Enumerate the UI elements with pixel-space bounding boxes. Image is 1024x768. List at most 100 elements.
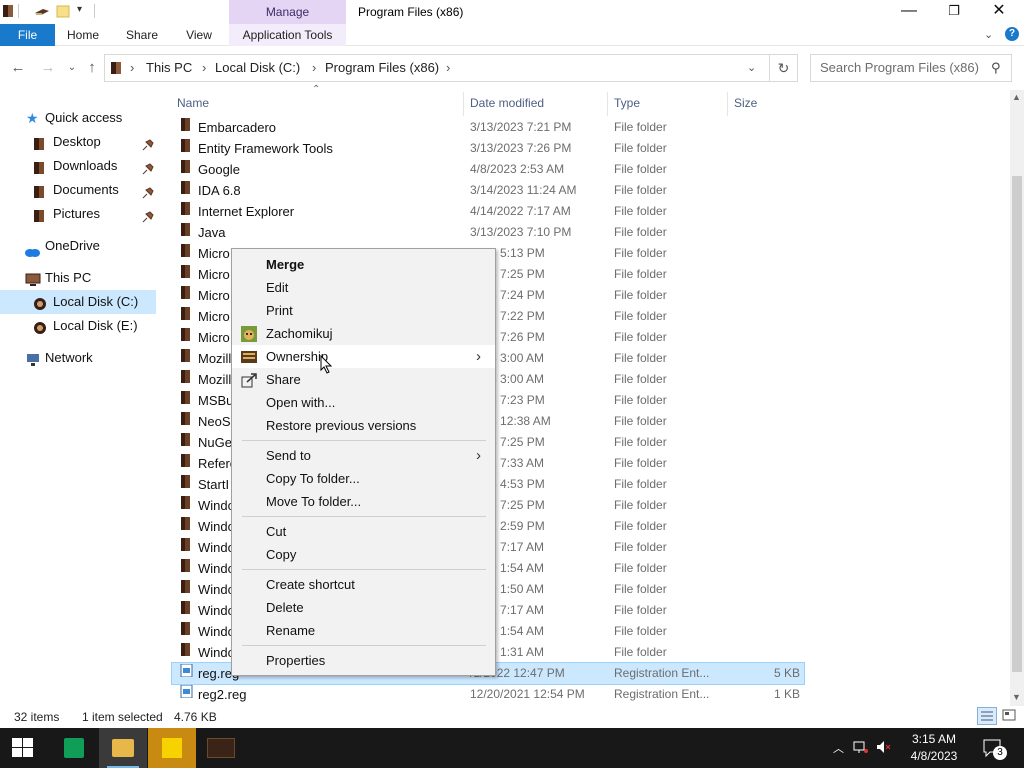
file-size: 5 KB	[773, 666, 800, 680]
file-row[interactable]: IDA 6.8 3/14/2023 11:24 AM File folder	[172, 180, 804, 201]
column-name[interactable]: Name	[177, 94, 209, 112]
menu-item-rename[interactable]: Rename	[232, 619, 495, 642]
scroll-down-icon[interactable]: ▼	[1012, 692, 1021, 702]
file-type: File folder	[614, 519, 667, 533]
folder-icon	[180, 264, 193, 278]
menu-item-share[interactable]: Share	[232, 368, 495, 391]
file-row[interactable]: Java 3/13/2023 7:10 PM File folder	[172, 222, 804, 243]
column-type[interactable]: Type	[614, 94, 640, 112]
menu-item-properties[interactable]: Properties	[232, 649, 495, 672]
column-size[interactable]: Size	[734, 94, 757, 112]
nav-label: Local Disk (C:)	[53, 294, 139, 309]
menu-item-delete[interactable]: Delete	[232, 596, 495, 619]
chevron-right-icon[interactable]: ›	[130, 55, 134, 81]
folder-icon	[180, 411, 193, 425]
menu-item-label: Send to	[266, 448, 311, 463]
action-center-icon[interactable]: 3	[982, 738, 1007, 760]
nav-item-pictures[interactable]: Pictures	[0, 202, 156, 226]
show-hidden-icons-icon[interactable]: ︿	[833, 740, 844, 756]
menu-item-copy[interactable]: Copy	[232, 543, 495, 566]
nav-item-local-disk-c[interactable]: Local Disk (C:)	[0, 290, 156, 314]
manage-context-tab[interactable]: Manage	[229, 0, 346, 24]
menu-item-copy-to-folder[interactable]: Copy To folder...	[232, 467, 495, 490]
expand-ribbon-icon[interactable]: ⌄	[984, 28, 993, 41]
menu-item-send-to[interactable]: Send to ›	[232, 444, 495, 467]
folder-icon	[33, 207, 47, 231]
file-row[interactable]: Entity Framework Tools 3/13/2023 7:26 PM F…	[172, 138, 804, 159]
tab-view[interactable]: View	[176, 24, 222, 46]
properties-icon[interactable]	[34, 4, 49, 18]
refresh-button[interactable]: ↻	[770, 54, 798, 82]
file-row[interactable]: Google 4/8/2023 2:53 AM File folder	[172, 159, 804, 180]
file-row[interactable]: reg2.reg 12/20/2021 12:54 PM Registration …	[172, 684, 804, 705]
chevron-right-icon[interactable]: ›	[202, 55, 206, 81]
breadcrumb-local-disk-c[interactable]: Local Disk (C:)	[215, 55, 300, 81]
address-history-icon[interactable]: ⌄	[747, 55, 756, 81]
clock-time[interactable]: 3:15 AM	[906, 732, 962, 746]
breadcrumb-this-pc[interactable]: This PC	[146, 55, 192, 81]
nav-item-desktop[interactable]: Desktop	[0, 130, 156, 154]
tab-application-tools[interactable]: Application Tools	[229, 24, 346, 46]
menu-item-merge[interactable]: Merge	[232, 253, 495, 276]
menu-item-restore-previous-versions[interactable]: Restore previous versions	[232, 414, 495, 437]
menu-item-cut[interactable]: Cut	[232, 520, 495, 543]
clock-date[interactable]: 4/8/2023	[906, 749, 962, 763]
up-button[interactable]: ↑	[82, 58, 102, 78]
column-divider[interactable]	[607, 92, 608, 116]
forward-button[interactable]: →	[38, 58, 58, 78]
file-row[interactable]: Embarcadero 3/13/2023 7:21 PM File folder	[172, 117, 804, 138]
close-button[interactable]: ✕	[976, 0, 1022, 24]
breadcrumb-program-files-x86[interactable]: Program Files (x86)	[325, 55, 439, 81]
taskbar-app-file-explorer[interactable]	[99, 728, 147, 768]
menu-item-label: Edit	[266, 280, 289, 295]
nav-item-this-pc[interactable]: This PC	[0, 266, 156, 290]
menu-item-print[interactable]: Print	[232, 299, 495, 322]
menu-item-edit[interactable]: Edit	[232, 276, 495, 299]
chevron-right-icon[interactable]: ›	[446, 55, 450, 81]
customize-quick-access-icon[interactable]: ▾	[77, 4, 82, 15]
chevron-right-icon[interactable]: ›	[312, 55, 316, 81]
nav-item-documents[interactable]: Documents	[0, 178, 156, 202]
nav-item-onedrive[interactable]: OneDrive	[0, 234, 156, 258]
minimize-button[interactable]: —	[886, 0, 932, 24]
file-type: File folder	[614, 225, 667, 239]
maximize-button[interactable]: ❐	[931, 0, 977, 24]
column-divider[interactable]	[463, 92, 464, 116]
tab-home[interactable]: Home	[58, 24, 108, 46]
menu-item-open-with[interactable]: Open with...	[232, 391, 495, 414]
details-view-button[interactable]	[977, 707, 997, 725]
file-row[interactable]: Internet Explorer 4/14/2022 7:17 AM File f…	[172, 201, 804, 222]
address-bar[interactable]: › This PC › Local Disk (C:) › Program Fi…	[104, 54, 770, 82]
file-type: File folder	[614, 267, 667, 281]
menu-item-label: Create shortcut	[266, 577, 355, 592]
taskbar-app-sticky-notes[interactable]	[148, 728, 196, 768]
scrollbar-thumb[interactable]	[1012, 176, 1022, 672]
search-box[interactable]: Search Program Files (x86) ⚲	[810, 54, 1012, 82]
menu-item-move-to-folder[interactable]: Move To folder...	[232, 490, 495, 513]
nav-item-quick-access[interactable]: ★ Quick access	[0, 106, 156, 130]
menu-item-ownership[interactable]: Ownership ›	[232, 345, 495, 368]
nav-item-downloads[interactable]: Downloads	[0, 154, 156, 178]
taskbar-app-media[interactable]	[197, 728, 245, 768]
tab-share[interactable]: Share	[118, 24, 166, 46]
scroll-up-icon[interactable]: ▲	[1012, 92, 1021, 102]
tab-file[interactable]: File	[0, 24, 55, 46]
start-button-icon[interactable]	[12, 738, 34, 761]
folder-icon	[180, 180, 193, 194]
file-explorer-icon	[112, 739, 134, 757]
column-date-modified[interactable]: Date modified	[470, 94, 544, 112]
taskbar-app-sheets[interactable]	[50, 728, 98, 768]
large-icons-view-button[interactable]	[1000, 707, 1020, 725]
menu-item-zachomikuj[interactable]: Zachomikuj	[232, 322, 495, 345]
nav-item-network[interactable]: Network	[0, 346, 156, 370]
network-status-icon[interactable]	[853, 740, 869, 757]
new-folder-icon[interactable]	[56, 4, 70, 18]
recent-locations-icon[interactable]: ⌄	[62, 58, 82, 78]
back-button[interactable]: ←	[8, 58, 28, 78]
nav-item-local-disk-e[interactable]: Local Disk (E:)	[0, 314, 156, 338]
column-divider[interactable]	[727, 92, 728, 116]
menu-item-create-shortcut[interactable]: Create shortcut	[232, 573, 495, 596]
help-icon[interactable]: ?	[1005, 27, 1019, 41]
search-icon[interactable]: ⚲	[991, 60, 1001, 76]
volume-muted-icon[interactable]	[876, 740, 892, 757]
